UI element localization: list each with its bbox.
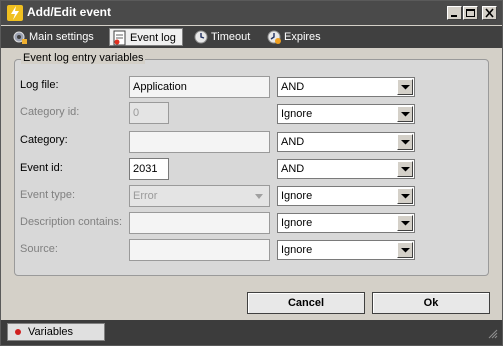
- category-operator-select[interactable]: AND: [277, 132, 415, 152]
- variables-button[interactable]: Variables: [7, 323, 105, 341]
- event-id-label: Event id:: [20, 162, 63, 174]
- group-title: Event log entry variables: [21, 52, 146, 64]
- close-button[interactable]: [482, 6, 497, 20]
- description-operator-select[interactable]: Ignore: [277, 213, 415, 233]
- description-label: Description contains:: [20, 216, 123, 228]
- event-type-label: Event type:: [20, 189, 76, 201]
- chevron-down-icon[interactable]: [397, 106, 413, 122]
- title-bar[interactable]: Add/Edit event: [1, 1, 502, 25]
- chevron-down-icon[interactable]: [397, 242, 413, 258]
- log-file-label: Log file:: [20, 79, 59, 91]
- chevron-down-icon[interactable]: [397, 161, 413, 177]
- source-field[interactable]: [129, 239, 270, 261]
- category-id-field: 0: [129, 102, 169, 124]
- log-file-field[interactable]: Application: [129, 76, 270, 98]
- source-label: Source:: [20, 243, 58, 255]
- category-label: Category:: [20, 134, 68, 146]
- event-type-operator-select[interactable]: Ignore: [277, 186, 415, 206]
- log-file-operator-select[interactable]: AND: [277, 77, 415, 97]
- gear-icon: [11, 29, 27, 45]
- tab-timeout[interactable]: Timeout: [191, 28, 261, 46]
- resize-grip-icon[interactable]: [488, 329, 498, 342]
- event-id-operator-select[interactable]: AND: [277, 159, 415, 179]
- red-dot-icon: [15, 329, 21, 335]
- tab-expires[interactable]: Expires: [264, 28, 334, 46]
- source-operator-select[interactable]: Ignore: [277, 240, 415, 260]
- maximize-button[interactable]: [463, 6, 478, 20]
- category-id-operator-select[interactable]: Ignore: [277, 104, 415, 124]
- description-field[interactable]: [129, 212, 270, 234]
- window-title: Add/Edit event: [27, 5, 112, 19]
- dialog-window: Add/Edit event Main settings Event log T…: [0, 0, 503, 346]
- event-log-icon: [112, 30, 128, 46]
- cancel-button[interactable]: Cancel: [247, 292, 365, 314]
- status-bar: Variables: [1, 320, 502, 345]
- chevron-down-icon: [251, 188, 267, 204]
- chevron-down-icon[interactable]: [397, 79, 413, 95]
- clock-icon: [193, 29, 209, 45]
- minimize-button[interactable]: [447, 6, 462, 20]
- category-field[interactable]: [129, 131, 270, 153]
- tab-bar: Main settings Event log Timeout Expires: [1, 26, 502, 48]
- expires-icon: [266, 29, 282, 45]
- app-lightning-icon: [7, 5, 23, 21]
- ok-button[interactable]: Ok: [372, 292, 490, 314]
- chevron-down-icon[interactable]: [397, 134, 413, 150]
- event-type-select: Error: [129, 185, 270, 207]
- event-id-field[interactable]: 2031: [129, 158, 169, 180]
- tab-main-settings[interactable]: Main settings: [9, 28, 101, 46]
- tab-event-log[interactable]: Event log: [109, 28, 183, 46]
- chevron-down-icon[interactable]: [397, 188, 413, 204]
- chevron-down-icon[interactable]: [397, 215, 413, 231]
- category-id-label: Category id:: [20, 106, 80, 118]
